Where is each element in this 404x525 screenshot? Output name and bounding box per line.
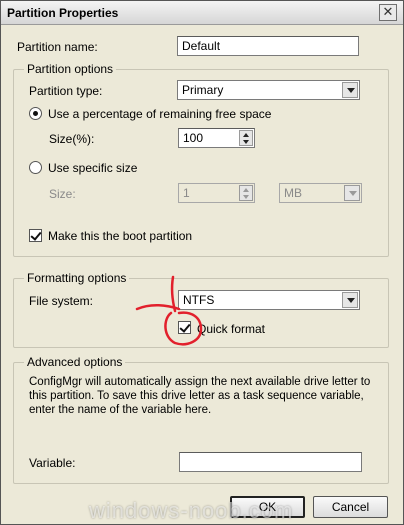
size-label: Size:	[49, 187, 76, 201]
spin-arrows-icon[interactable]	[239, 185, 253, 201]
partition-name-input[interactable]: Default	[177, 36, 359, 56]
partition-type-value: Primary	[182, 83, 224, 97]
file-system-label: File system:	[29, 294, 94, 308]
boot-partition-label[interactable]: Make this the boot partition	[48, 229, 192, 243]
size-value: 1	[183, 186, 190, 200]
title-bar[interactable]: Partition Properties ✕	[1, 1, 403, 25]
specific-size-radio-label[interactable]: Use specific size	[48, 161, 137, 175]
spin-arrows-icon[interactable]	[239, 130, 253, 146]
size-unit-value: MB	[284, 186, 302, 200]
partition-type-select[interactable]: Primary	[177, 80, 360, 100]
chevron-down-icon[interactable]	[342, 82, 358, 98]
size-percent-label: Size(%):	[49, 132, 95, 146]
partition-options-legend: Partition options	[24, 62, 117, 76]
partition-type-label: Partition type:	[29, 84, 103, 98]
boot-partition-checkbox[interactable]	[29, 229, 42, 242]
size-stepper[interactable]: 1	[178, 183, 255, 203]
size-percent-value: 100	[183, 131, 204, 145]
percent-size-radio-label[interactable]: Use a percentage of remaining free space	[48, 107, 271, 121]
chevron-down-icon[interactable]	[344, 185, 360, 201]
partition-name-value: Default	[182, 39, 221, 53]
window-title: Partition Properties	[7, 6, 119, 20]
chevron-down-icon[interactable]	[342, 292, 358, 308]
variable-input[interactable]	[179, 452, 362, 472]
close-icon: ✕	[382, 4, 394, 19]
partition-name-label: Partition name:	[17, 40, 98, 54]
watermark-text: windows-noob.com	[89, 498, 294, 523]
close-button[interactable]: ✕	[379, 4, 397, 21]
percent-size-radio[interactable]	[29, 107, 42, 120]
partition-properties-dialog: Partition Properties ✕ Partition name: D…	[0, 0, 404, 525]
size-percent-stepper[interactable]: 100	[178, 128, 255, 148]
specific-size-radio[interactable]	[29, 161, 42, 174]
size-unit-select[interactable]: MB	[279, 183, 362, 203]
formatting-options-legend: Formatting options	[24, 271, 130, 285]
advanced-options-description: ConfigMgr will automatically assign the …	[29, 376, 371, 416]
advanced-options-legend: Advanced options	[24, 355, 126, 369]
cancel-button[interactable]: Cancel	[313, 496, 388, 518]
variable-label: Variable:	[29, 456, 76, 470]
red-annotation-circle-icon	[135, 275, 203, 346]
